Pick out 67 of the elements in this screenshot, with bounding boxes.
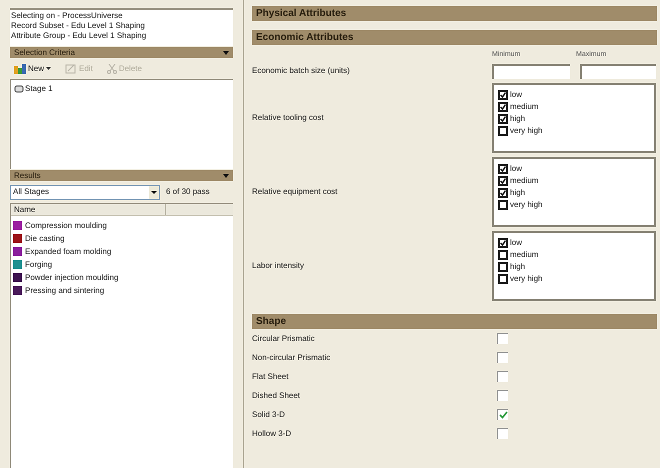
option-label: very high	[510, 125, 542, 137]
checkbox[interactable]	[497, 390, 508, 401]
checkbox[interactable]	[498, 200, 508, 210]
info-text: Selecting on - ProcessUniverse	[11, 11, 124, 21]
option-label: medium	[510, 175, 538, 187]
panel-header: Selection Criteria	[10, 47, 233, 58]
checkbox[interactable]	[498, 274, 508, 284]
panel-header: Results	[10, 170, 233, 181]
minimum-input[interactable]	[492, 64, 570, 78]
field-label: Labor intensity	[252, 260, 306, 272]
info-text: Attribute Group - Edu Level 1 Shaping	[11, 31, 148, 41]
checkbox[interactable]	[498, 164, 508, 174]
dropdown-arrow-icon[interactable]	[223, 50, 229, 54]
info-text: Record Subset - Edu Level 1 Shaping	[11, 21, 146, 31]
checkbox[interactable]	[498, 238, 508, 248]
checkbox[interactable]	[498, 126, 508, 136]
field-label: Circular Prismatic	[252, 332, 316, 344]
stage-icon	[14, 85, 24, 93]
checkbox[interactable]	[498, 102, 508, 112]
checkbox[interactable]	[498, 90, 508, 100]
option-label: high	[510, 113, 526, 125]
field-label: Economic batch size (units)	[252, 65, 351, 77]
result-row[interactable]: Compression moulding	[13, 219, 231, 232]
option-label: high	[510, 261, 526, 273]
section-header[interactable]: Economic Attributes	[252, 30, 657, 45]
option-label: low	[510, 163, 522, 175]
result-row[interactable]: Expanded foam molding	[13, 245, 231, 258]
field-label: Relative tooling cost	[252, 112, 325, 124]
option-label: low	[510, 237, 522, 249]
result-row[interactable]: Forging	[13, 258, 231, 271]
checkbox[interactable]	[498, 250, 508, 260]
new-icon	[14, 64, 26, 74]
field-label: Solid 3-D	[252, 408, 286, 420]
tree-item[interactable]: Stage 1	[14, 83, 230, 95]
field-label: Non-circular Prismatic	[252, 352, 332, 364]
checkbox[interactable]	[497, 409, 508, 420]
option-label: low	[510, 89, 522, 101]
pass-count: 6 of 30 pass	[166, 186, 210, 198]
dropdown-arrow-icon[interactable]	[223, 174, 229, 178]
caret-icon	[46, 67, 52, 70]
stage-dropdown[interactable]: All Stages	[10, 184, 160, 200]
checkbox[interactable]	[498, 114, 508, 124]
option-label: medium	[510, 101, 538, 113]
field-label: Hollow 3-D	[252, 428, 292, 440]
toolbar-button[interactable]: New	[14, 62, 52, 74]
result-row[interactable]: Die casting	[13, 232, 231, 245]
scissors-icon	[106, 64, 117, 74]
checkbox[interactable]	[497, 333, 508, 344]
result-row[interactable]: Pressing and sintering	[13, 284, 231, 297]
edit-icon	[65, 64, 78, 74]
section-header[interactable]: Physical Attributes	[252, 6, 657, 21]
result-row[interactable]: Powder injection moulding	[13, 271, 231, 284]
checkbox[interactable]	[497, 371, 508, 382]
field-label: Flat Sheet	[252, 370, 290, 382]
option-label: very high	[510, 199, 542, 211]
option-label: high	[510, 187, 526, 199]
checkbox[interactable]	[498, 188, 508, 198]
checkbox[interactable]	[498, 176, 508, 186]
maximum-input[interactable]	[580, 64, 656, 78]
field-label: Dished Sheet	[252, 390, 302, 402]
checkbox[interactable]	[498, 262, 508, 272]
option-label: very high	[510, 273, 542, 285]
field-label: Relative equipment cost	[252, 186, 338, 198]
option-label: medium	[510, 249, 538, 261]
checkbox[interactable]	[497, 428, 508, 439]
checkbox[interactable]	[497, 352, 508, 363]
section-header[interactable]: Shape	[252, 314, 657, 329]
